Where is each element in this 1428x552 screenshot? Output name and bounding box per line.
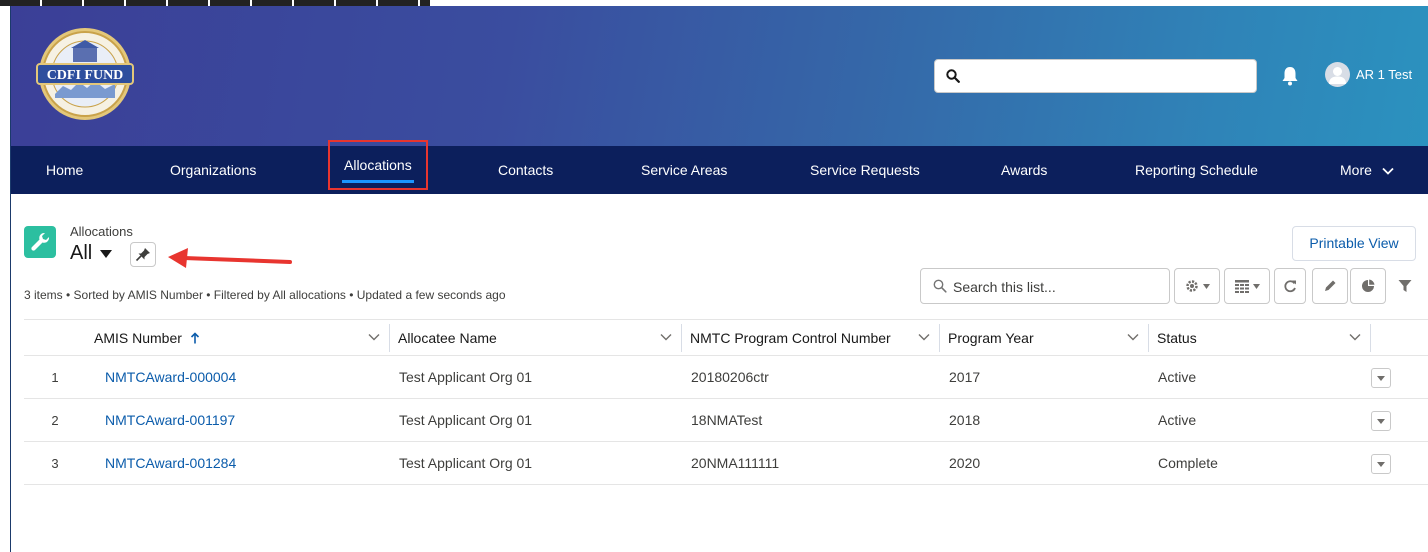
table-row: 3 NMTCAward-001284 Test Applicant Org 01… [24, 442, 1428, 485]
inline-edit-button[interactable] [1312, 268, 1348, 304]
column-header-status[interactable]: Status [1149, 320, 1371, 356]
caret-down-icon [1203, 283, 1210, 289]
list-search-input[interactable] [953, 275, 1163, 299]
gear-icon [1186, 280, 1198, 292]
caret-down-icon [1377, 462, 1385, 467]
app-frame: CDFI FUND AR 1 Test Home Organizations A… [10, 6, 1428, 552]
nav-item-allocations[interactable]: Allocations [328, 140, 428, 190]
global-search-input[interactable] [967, 64, 1247, 90]
column-header-nmtc-program-control-number[interactable]: NMTC Program Control Number [682, 320, 940, 356]
allocatee-name-cell: Test Applicant Org 01 [399, 369, 533, 385]
chevron-down-icon [1382, 168, 1394, 176]
column-header-program-year[interactable]: Program Year [940, 320, 1149, 356]
nav-bar: Home Organizations Allocations Contacts … [11, 140, 1428, 194]
nav-item-awards[interactable]: Awards [1001, 146, 1047, 194]
cdfi-fund-logo[interactable]: CDFI FUND [33, 26, 137, 122]
global-search[interactable] [934, 59, 1257, 93]
list-view-name: All [70, 242, 93, 264]
notification-bell-icon[interactable] [1281, 66, 1299, 86]
status-cell: Active [1158, 412, 1197, 428]
nav-item-service-requests[interactable]: Service Requests [810, 146, 920, 194]
pencil-icon [1325, 280, 1336, 291]
column-header-label: NMTC Program Control Number [690, 330, 891, 346]
row-actions-button[interactable] [1371, 454, 1391, 474]
pin-list-view-button[interactable] [130, 242, 156, 267]
list-view-selector[interactable]: All [70, 242, 113, 265]
avatar [1325, 62, 1350, 87]
refresh-icon [1284, 280, 1296, 293]
row-actions-button[interactable] [1371, 368, 1391, 388]
list-search[interactable] [920, 268, 1170, 304]
list-settings-button[interactable] [1174, 268, 1220, 304]
caret-down-icon [1377, 376, 1385, 381]
nav-item-service-areas[interactable]: Service Areas [641, 146, 727, 194]
control-number-cell: 20180206ctr [691, 369, 769, 385]
search-icon [946, 69, 960, 83]
table-header: AMIS Number Allocatee Name NMTC Program … [24, 319, 1428, 356]
user-avatar-icon [1329, 67, 1346, 84]
row-number: 2 [51, 413, 59, 428]
table-icon [1235, 280, 1249, 293]
allocatee-name-cell: Test Applicant Org 01 [399, 455, 533, 471]
control-number-cell: 20NMA111111 [691, 455, 780, 471]
charts-button[interactable] [1350, 268, 1386, 304]
status-cell: Active [1158, 369, 1197, 385]
column-menu-chevron-icon[interactable] [918, 333, 930, 341]
nav-item-organizations[interactable]: Organizations [170, 146, 256, 194]
column-header-label: Program Year [948, 330, 1034, 346]
column-menu-chevron-icon[interactable] [660, 333, 672, 341]
row-number-header [24, 320, 86, 356]
nav-item-more[interactable]: More [1340, 146, 1394, 194]
filter-icon [1398, 280, 1412, 292]
sort-ascending-icon [190, 332, 199, 344]
pin-icon [135, 248, 150, 262]
user-menu[interactable]: AR 1 Test [1325, 62, 1412, 87]
row-actions-button[interactable] [1371, 411, 1391, 431]
refresh-button[interactable] [1274, 268, 1306, 304]
search-icon [933, 279, 947, 293]
amis-number-link[interactable]: NMTCAward-001284 [105, 442, 236, 485]
table-row: 1 NMTCAward-000004 Test Applicant Org 01… [24, 356, 1428, 399]
column-menu-chevron-icon[interactable] [1127, 333, 1139, 341]
control-number-cell: 18NMATest [691, 412, 763, 428]
amis-number-link[interactable]: NMTCAward-001197 [105, 399, 235, 442]
allocatee-name-cell: Test Applicant Org 01 [399, 412, 533, 428]
caret-down-icon [1253, 283, 1260, 289]
column-menu-chevron-icon[interactable] [1349, 333, 1361, 341]
list-info-text: 3 items • Sorted by AMIS Number • Filter… [24, 288, 506, 302]
wrench-icon [31, 232, 50, 251]
nav-item-home[interactable]: Home [46, 146, 83, 194]
header-banner: CDFI FUND AR 1 Test [11, 6, 1428, 146]
display-as-button[interactable] [1224, 268, 1270, 304]
svg-text:CDFI FUND: CDFI FUND [47, 68, 124, 83]
row-number: 1 [51, 370, 59, 385]
caret-down-icon [100, 249, 113, 258]
column-header-amis-number[interactable]: AMIS Number [86, 320, 390, 356]
column-header-allocatee-name[interactable]: Allocatee Name [390, 320, 682, 356]
amis-number-link[interactable]: NMTCAward-000004 [105, 356, 236, 399]
allocations-object-icon [24, 226, 56, 258]
status-cell: Complete [1158, 455, 1218, 471]
object-name: Allocations [70, 224, 133, 239]
program-year-cell: 2020 [949, 455, 981, 471]
pie-chart-icon [1362, 279, 1375, 292]
column-header-label: Allocatee Name [398, 330, 497, 346]
nav-item-contacts[interactable]: Contacts [498, 146, 553, 194]
column-header-label: Status [1157, 330, 1197, 346]
column-header-label: AMIS Number [94, 330, 182, 346]
column-menu-chevron-icon[interactable] [368, 333, 380, 341]
row-number: 3 [51, 456, 59, 471]
column-divider[interactable] [1370, 324, 1371, 352]
nav-item-reporting-schedule[interactable]: Reporting Schedule [1135, 146, 1258, 194]
table-row: 2 NMTCAward-001197 Test Applicant Org 01… [24, 399, 1428, 442]
annotation-arrow-icon [168, 248, 292, 268]
nav-more-label: More [1340, 162, 1372, 178]
printable-view-button[interactable]: Printable View [1292, 226, 1416, 261]
program-year-cell: 2018 [949, 412, 981, 428]
user-name: AR 1 Test [1356, 67, 1413, 82]
caret-down-icon [1377, 419, 1385, 424]
program-year-cell: 2017 [949, 369, 981, 385]
filter-button[interactable] [1387, 268, 1423, 304]
